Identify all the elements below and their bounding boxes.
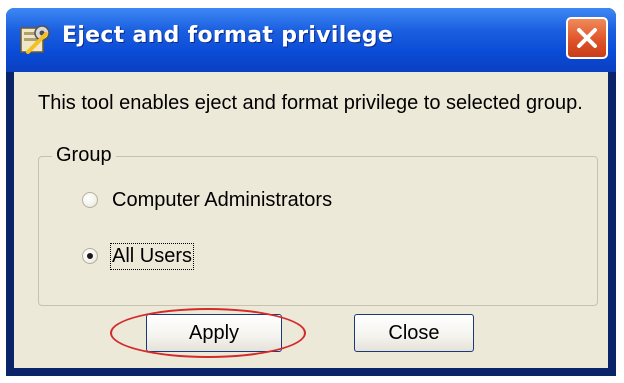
close-button[interactable]: Close	[354, 314, 474, 352]
tool-icon	[18, 22, 52, 56]
close-window-button[interactable]	[566, 17, 608, 59]
radio-button-selected[interactable]	[82, 248, 98, 264]
group-label: Group	[52, 144, 116, 167]
radio-computer-administrators[interactable]: Computer Administrators	[82, 186, 332, 214]
group-box	[38, 156, 598, 306]
description-text: This tool enables eject and format privi…	[38, 92, 583, 114]
title-bar[interactable]: Eject and format privilege	[6, 8, 616, 72]
highlight-circle	[110, 308, 306, 358]
radio-label-all-users: All Users	[109, 242, 195, 270]
close-icon	[577, 28, 597, 48]
radio-button[interactable]	[82, 192, 98, 208]
window-title: Eject and format privilege	[62, 23, 394, 48]
dialog-body: This tool enables eject and format privi…	[14, 72, 608, 368]
radio-dot	[87, 253, 93, 259]
radio-all-users[interactable]: All Users	[82, 242, 195, 270]
dialog-window: Eject and format privilege This tool ena…	[6, 8, 616, 376]
radio-label-computer-administrators: Computer Administrators	[112, 188, 333, 211]
